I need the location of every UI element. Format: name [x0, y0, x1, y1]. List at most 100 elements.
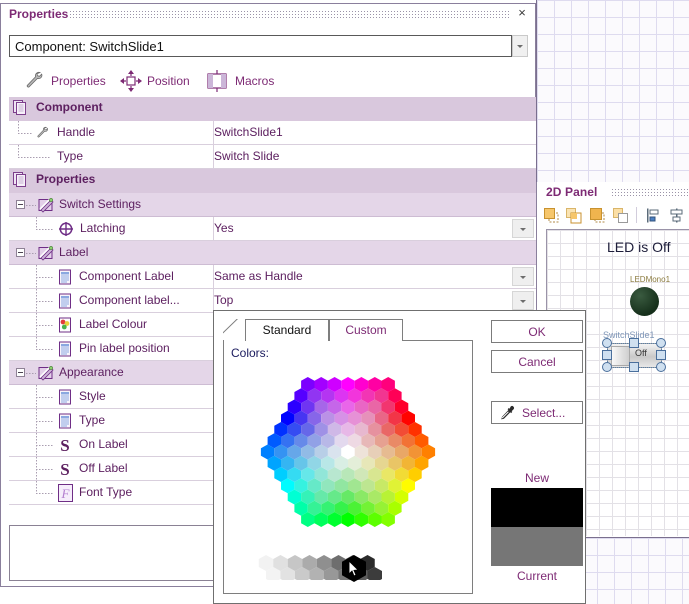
move-arrows-icon	[119, 69, 143, 93]
tree-tick	[36, 493, 53, 494]
tree-row-component[interactable]: Component	[9, 97, 536, 121]
tree-value: Yes	[214, 221, 234, 235]
bring-forward-icon[interactable]	[589, 207, 606, 224]
component-selector-input[interactable]: Component: SwitchSlide1	[9, 35, 512, 57]
tree-row-latching[interactable]: Latching Yes	[9, 217, 536, 241]
tree-label: Properties	[36, 172, 96, 186]
tree-row-handle[interactable]: Handle SwitchSlide1	[9, 121, 536, 145]
tree-label: Pin label position	[79, 341, 170, 355]
doc-icon	[57, 341, 73, 357]
selection-handle[interactable]	[629, 362, 639, 372]
selection-handle[interactable]	[629, 338, 639, 348]
tree-label: Component Label	[79, 269, 174, 283]
align-center-icon[interactable]	[668, 207, 685, 224]
tree-row-properties[interactable]: Properties	[9, 169, 536, 193]
panel-2d-titlebar: 2D Panel	[537, 182, 689, 203]
tree-tick	[18, 133, 32, 134]
doc-icon	[57, 389, 73, 405]
pages-icon	[13, 100, 30, 116]
selection-handle[interactable]	[656, 362, 666, 372]
target-icon	[58, 221, 74, 237]
selection-handle[interactable]	[656, 350, 666, 360]
chevron-down-icon[interactable]	[512, 219, 534, 238]
tree-row-component-label[interactable]: Component Label Same as Handle	[9, 265, 536, 290]
selection-handle[interactable]	[656, 338, 666, 348]
canvas-heading-text: LED is Off	[607, 239, 671, 255]
tree-value: Same as Handle	[214, 269, 303, 283]
tree-value: Switch Slide	[214, 149, 280, 163]
tree-tick	[36, 301, 53, 302]
macros-icon	[204, 69, 230, 93]
tree-tick	[36, 229, 53, 230]
select-button[interactable]: Select...	[491, 401, 583, 424]
tab-position-label: Position	[147, 74, 190, 88]
tree-label: Font Type	[79, 485, 133, 499]
selection-handle[interactable]	[602, 362, 612, 372]
tree-label: Latching	[80, 221, 126, 235]
tree-label: Appearance	[59, 365, 124, 379]
tab-macros[interactable]: Macros	[204, 66, 294, 95]
tree-row-label-group[interactable]: Label	[9, 241, 536, 265]
description-box[interactable]	[9, 525, 218, 581]
tree-tick	[36, 421, 53, 422]
send-to-back-icon[interactable]	[565, 207, 582, 224]
tree-label: On Label	[79, 437, 128, 451]
tab-position[interactable]: Position	[119, 66, 209, 95]
led-indicator[interactable]	[630, 287, 659, 316]
tab-custom[interactable]: Custom	[329, 319, 403, 341]
selection-handle[interactable]	[602, 350, 612, 360]
doc-icon	[57, 269, 73, 285]
cancel-button[interactable]: Cancel	[491, 350, 583, 373]
new-color-label: New	[524, 471, 549, 485]
current-color-swatch	[491, 527, 583, 566]
component-selector[interactable]: Component: SwitchSlide1	[9, 35, 528, 59]
hex-palette-svg[interactable]	[223, 364, 473, 544]
tree-row-type[interactable]: Type Switch Slide	[9, 145, 536, 169]
toolbar-separator	[636, 207, 637, 223]
collapse-toggle-icon[interactable]	[16, 248, 25, 257]
properties-drag-dots[interactable]	[69, 10, 509, 19]
wrench-icon	[35, 125, 51, 141]
tree-tick	[26, 373, 36, 374]
tree-tick	[36, 325, 53, 326]
color-dialog-tabs: Standard Custom	[223, 319, 473, 341]
selection-handle[interactable]	[602, 338, 612, 348]
svg-text:F: F	[61, 486, 71, 501]
colors-label: Colors:	[231, 346, 270, 360]
collapse-toggle-icon[interactable]	[16, 200, 25, 209]
background-grid-top	[536, 0, 689, 182]
align-left-icon[interactable]	[645, 207, 662, 224]
chevron-down-icon[interactable]	[512, 267, 534, 286]
bring-to-front-icon[interactable]	[543, 207, 560, 224]
tree-label: Component	[36, 100, 103, 114]
tab-standard[interactable]: Standard	[245, 319, 329, 341]
properties-title: Properties	[9, 7, 69, 21]
tree-label: Label Colour	[79, 317, 148, 331]
properties-titlebar: Properties ×	[1, 4, 535, 25]
tree-row-switch-settings[interactable]: Switch Settings	[9, 193, 536, 217]
svg-text:S: S	[60, 436, 69, 455]
chevron-down-icon[interactable]	[512, 291, 534, 310]
tab-leading-edge	[223, 319, 245, 341]
tree-label: Label	[59, 245, 89, 259]
chevron-down-icon[interactable]	[512, 35, 528, 57]
folder-pencil-icon	[38, 245, 54, 261]
tree-tick	[36, 445, 53, 446]
string-s-icon: S	[56, 459, 72, 479]
wrench-icon	[23, 69, 47, 93]
tab-properties[interactable]: Properties	[23, 66, 123, 95]
ok-button[interactable]: OK	[491, 320, 583, 343]
select-button-label: Select...	[522, 406, 566, 420]
tree-label: Style	[79, 389, 106, 403]
color-hexagon-palette[interactable]	[223, 364, 473, 544]
tree-label: Off Label	[79, 461, 128, 475]
panel-2d-drag-dots[interactable]	[611, 188, 688, 197]
send-backward-icon[interactable]	[612, 207, 629, 224]
tree-tick	[36, 277, 53, 278]
close-icon[interactable]: ×	[515, 6, 529, 20]
tree-label: Component label...	[79, 293, 180, 307]
collapse-toggle-icon[interactable]	[16, 368, 25, 377]
tab-macros-label: Macros	[235, 74, 275, 88]
tree-value: Top	[214, 293, 234, 307]
eyedropper-icon	[498, 405, 515, 422]
